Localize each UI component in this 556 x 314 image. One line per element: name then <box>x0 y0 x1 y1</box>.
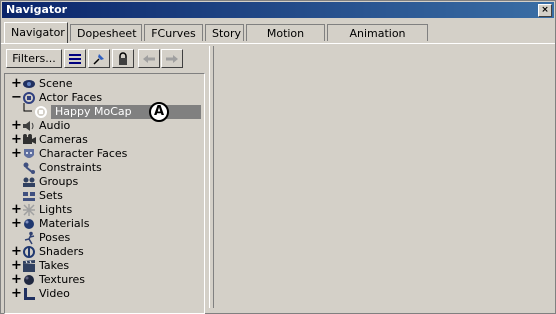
tab-story[interactable]: Story <box>205 24 244 41</box>
tree-connector <box>23 103 32 112</box>
expand-icon[interactable]: + <box>11 147 22 160</box>
tree-item-label: Cameras <box>39 133 88 146</box>
audio-icon <box>21 119 37 133</box>
pose-icon <box>21 231 37 245</box>
tree-item-happy-mocap[interactable]: Happy MoCap A <box>5 102 203 122</box>
tree-item-audio[interactable]: + Audio <box>5 119 203 133</box>
tree-item-lights[interactable]: + Lights <box>5 203 203 217</box>
tab-fcurves[interactable]: FCurves <box>144 24 203 41</box>
tree-item-label: Video <box>39 287 70 300</box>
tree-item-label: Character Faces <box>39 147 128 160</box>
tree-item-constraints[interactable]: Constraints <box>5 161 203 175</box>
tree-item-materials[interactable]: + Materials <box>5 217 203 231</box>
navigator-window: Navigator × Navigator Dopesheet FCurves … <box>0 0 556 314</box>
tree-item-label: Constraints <box>39 161 102 174</box>
filters-button[interactable]: Filters... <box>6 49 62 68</box>
tree-item-cameras[interactable]: + Cameras <box>5 133 203 147</box>
tree-item-label: Materials <box>39 217 90 230</box>
title-bar[interactable]: Navigator × <box>2 2 554 18</box>
tab-dopesheet[interactable]: Dopesheet <box>70 24 142 41</box>
lock-icon[interactable] <box>112 49 134 68</box>
close-icon[interactable]: × <box>538 4 552 17</box>
list-view-icon[interactable] <box>64 49 86 68</box>
tree-item-actor-faces[interactable]: − Actor Faces <box>5 91 203 105</box>
expand-icon[interactable]: + <box>11 259 22 272</box>
expand-icon[interactable]: + <box>11 133 22 146</box>
texture-icon <box>21 273 37 287</box>
expand-icon[interactable]: + <box>11 287 22 300</box>
expander-placeholder <box>11 162 21 174</box>
collapse-icon[interactable]: − <box>11 91 22 104</box>
tree-item-label: Audio <box>39 119 71 132</box>
group-icon <box>21 175 37 189</box>
actor-face-icon <box>33 105 49 119</box>
expand-icon[interactable]: + <box>11 245 22 258</box>
tree-item-video[interactable]: + Video <box>5 287 203 301</box>
expander-placeholder <box>11 232 21 244</box>
back-arrow-icon[interactable] <box>138 49 160 68</box>
shader-icon <box>21 245 37 259</box>
set-icon <box>21 189 37 203</box>
expand-icon[interactable]: + <box>11 77 22 90</box>
window-title: Navigator <box>6 3 68 16</box>
tree-item-shaders[interactable]: + Shaders <box>5 245 203 259</box>
tree-item-label: Happy MoCap <box>55 105 132 118</box>
tree-item-label: Lights <box>39 203 73 216</box>
tree-item-scene[interactable]: + Scene <box>5 77 203 91</box>
forward-arrow-icon[interactable] <box>161 49 183 68</box>
material-icon <box>21 217 37 231</box>
tree-item-label: Scene <box>39 77 73 90</box>
tree-item-character-faces[interactable]: + Character Faces <box>5 147 203 161</box>
tree-item-sets[interactable]: Sets <box>5 189 203 203</box>
tree-item-label: Sets <box>39 189 63 202</box>
expander-placeholder <box>11 190 21 202</box>
tree-item-label: Takes <box>39 259 70 272</box>
tab-navigator[interactable]: Navigator <box>4 22 68 43</box>
tab-animation-trigger[interactable]: Animation Trigger <box>327 24 428 57</box>
tree-item-label: Shaders <box>39 245 84 258</box>
tree-item-label: Textures <box>39 273 85 286</box>
constraint-icon <box>21 161 37 175</box>
tree-item-label: Poses <box>39 231 71 244</box>
expander-placeholder <box>11 176 21 188</box>
tree-item-label: Actor Faces <box>39 91 103 104</box>
camera-icon <box>21 133 37 147</box>
pin-icon[interactable] <box>88 49 110 68</box>
video-icon <box>21 287 37 301</box>
tab-motion-blend[interactable]: Motion Blend <box>246 24 325 57</box>
scene-tree[interactable]: + Scene − Actor Faces Happy MoCap A + Au… <box>4 73 205 314</box>
expand-icon[interactable]: + <box>11 273 22 286</box>
expand-icon[interactable]: + <box>11 119 22 132</box>
properties-panel <box>214 46 553 308</box>
expand-icon[interactable]: + <box>11 217 22 230</box>
tab-bar: Navigator Dopesheet FCurves Story Motion… <box>1 19 555 57</box>
navigator-panel: Filters... + Scene − Actor Faces Happy M… <box>4 46 206 314</box>
tree-item-label: Groups <box>39 175 79 188</box>
scene-icon <box>21 77 37 91</box>
tree-item-takes[interactable]: + Takes <box>5 259 203 273</box>
light-icon <box>21 203 37 217</box>
expand-icon[interactable]: + <box>11 203 22 216</box>
character-face-icon <box>21 147 37 161</box>
tree-item-textures[interactable]: + Textures <box>5 273 203 287</box>
navigator-toolbar: Filters... <box>4 46 206 70</box>
take-icon <box>21 259 37 273</box>
tree-item-poses[interactable]: Poses <box>5 231 203 245</box>
tree-item-groups[interactable]: Groups <box>5 175 203 189</box>
